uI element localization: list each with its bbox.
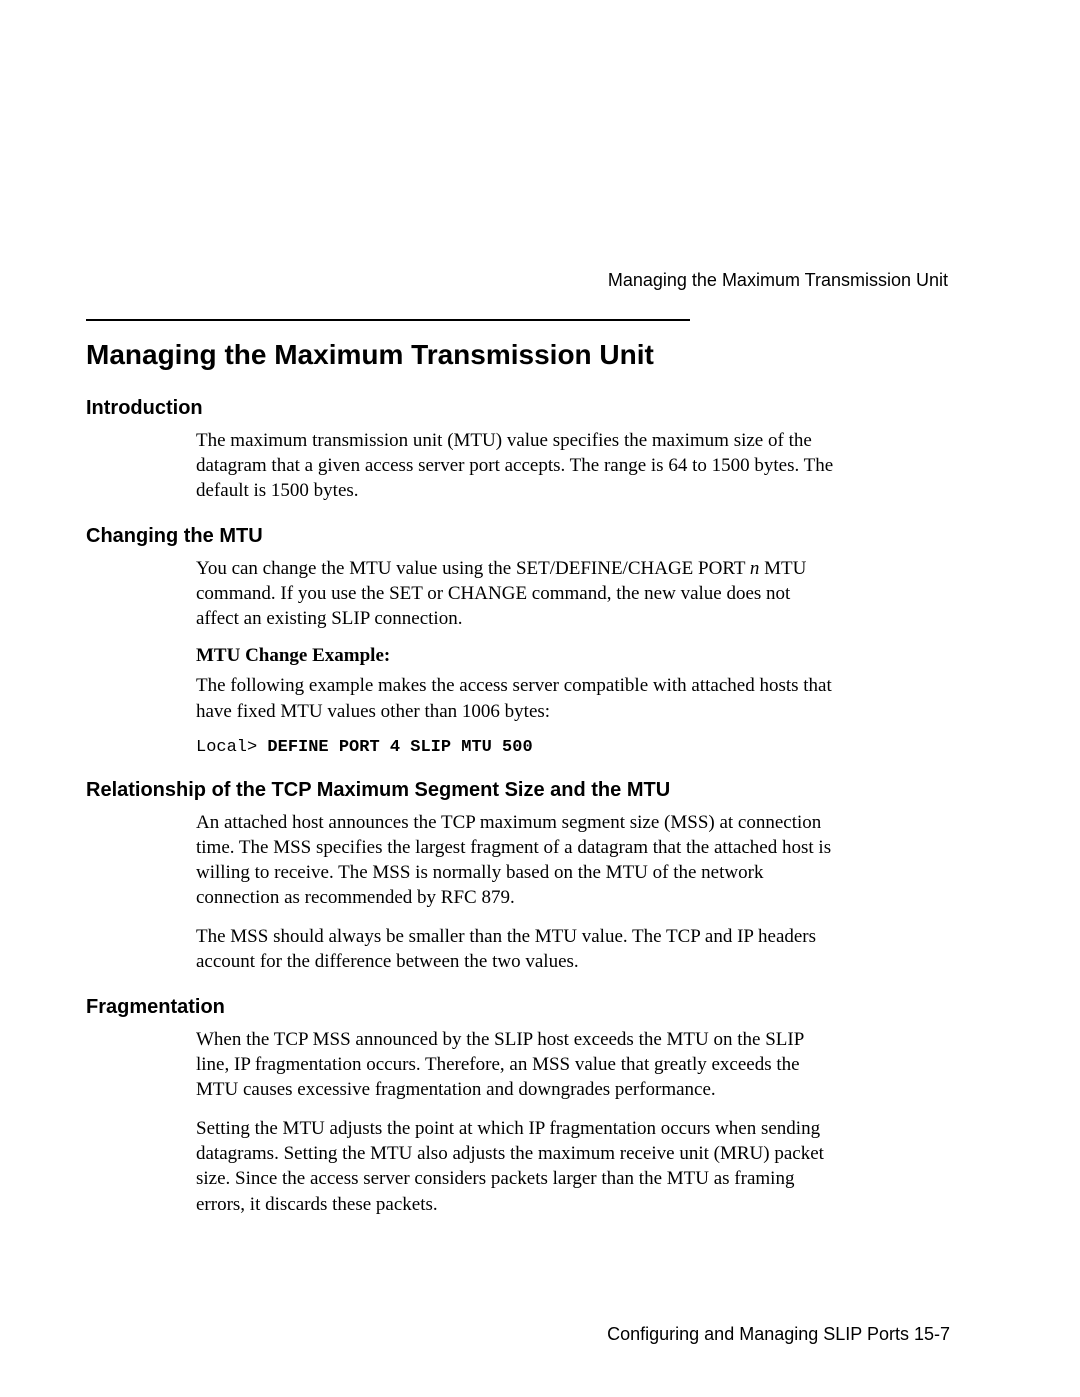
relationship-paragraph-2: The MSS should always be smaller than th… xyxy=(196,924,836,974)
page-title: Managing the Maximum Transmission Unit xyxy=(86,339,950,371)
page-footer: Configuring and Managing SLIP Ports 15-7 xyxy=(607,1324,950,1345)
heading-fragmentation: Fragmentation xyxy=(86,996,950,1019)
changing-mtu-paragraph-1: You can change the MTU value using the S… xyxy=(196,556,836,631)
heading-introduction: Introduction xyxy=(86,397,950,420)
fragmentation-paragraph-1: When the TCP MSS announced by the SLIP h… xyxy=(196,1027,836,1102)
changing-mtu-paragraph-2: The following example makes the access s… xyxy=(196,673,836,723)
subheading-mtu-change-example: MTU Change Example: xyxy=(196,645,950,667)
relationship-paragraph-1: An attached host announces the TCP maxim… xyxy=(196,810,836,910)
code-command: DEFINE PORT 4 SLIP MTU 500 xyxy=(267,738,532,757)
heading-relationship: Relationship of the TCP Maximum Segment … xyxy=(86,779,950,802)
code-prompt: Local> xyxy=(196,738,267,757)
text-italic-n: n xyxy=(750,558,760,579)
heading-changing-mtu: Changing the MTU xyxy=(86,525,950,548)
text-pre: You can change the MTU value using the S… xyxy=(196,558,750,579)
header-rule xyxy=(86,319,690,321)
running-header: Managing the Maximum Transmission Unit xyxy=(86,270,950,291)
fragmentation-paragraph-2: Setting the MTU adjusts the point at whi… xyxy=(196,1116,836,1216)
code-example: Local> DEFINE PORT 4 SLIP MTU 500 xyxy=(196,738,950,757)
page: Managing the Maximum Transmission Unit M… xyxy=(0,0,1080,1291)
intro-paragraph: The maximum transmission unit (MTU) valu… xyxy=(196,428,836,503)
